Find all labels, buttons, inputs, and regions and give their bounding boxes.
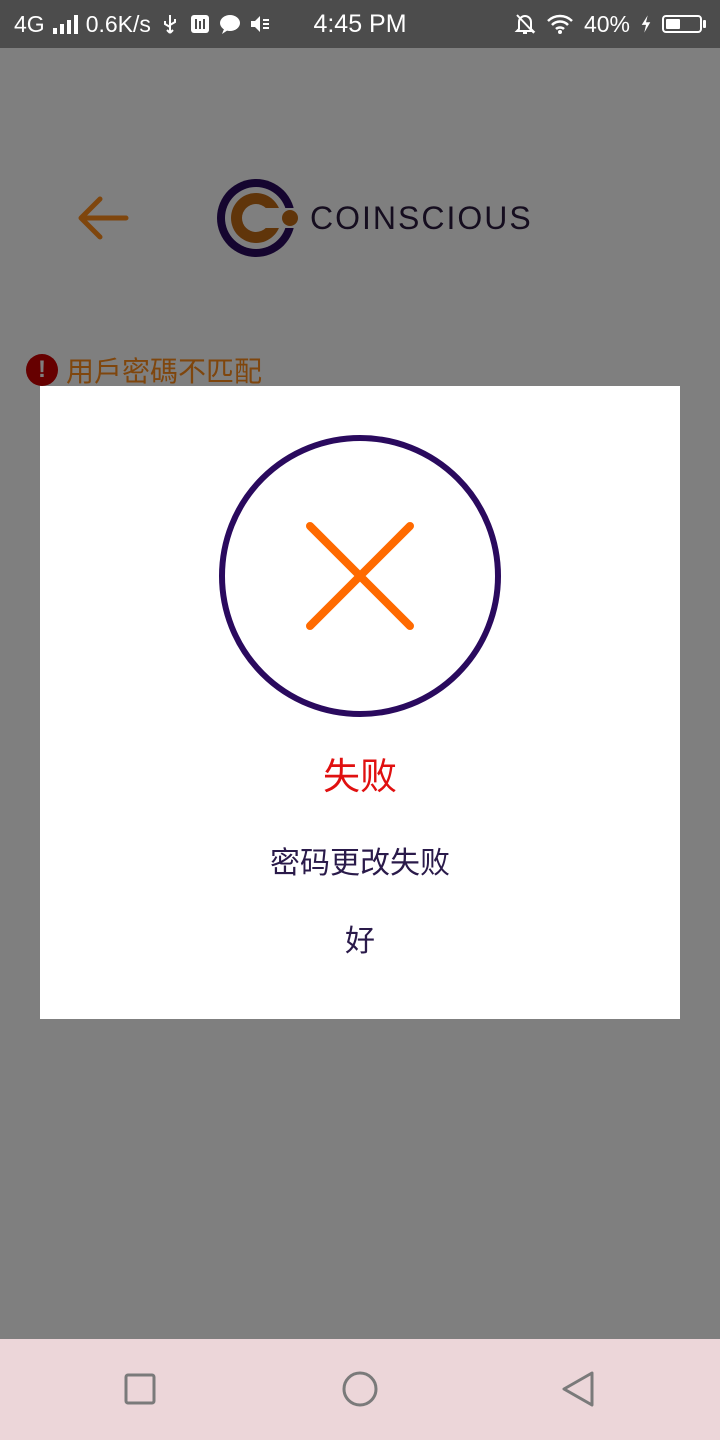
network-type: 4G [14, 10, 45, 37]
status-bar: 4G 0.6K/s 4:45 PM 40% [0, 0, 720, 48]
speaker-mute-icon [250, 16, 269, 32]
square-icon [124, 1373, 156, 1405]
recent-apps-button[interactable] [120, 1369, 160, 1409]
battery-percent: 40% [583, 10, 630, 37]
network-speed: 0.6K/s [85, 10, 151, 37]
charging-icon [641, 15, 651, 33]
wifi-icon [547, 14, 573, 34]
status-time: 4:45 PM [313, 9, 407, 38]
status-right: 40% [416, 11, 706, 38]
failure-dialog: 失败 密码更改失败 好 [40, 386, 680, 1019]
triangle-back-icon [562, 1371, 594, 1407]
usb-icon [163, 15, 176, 34]
system-nav-bar [0, 1339, 720, 1440]
back-button[interactable] [558, 1369, 598, 1409]
home-button[interactable] [340, 1369, 380, 1409]
bell-off-icon [514, 14, 536, 34]
dialog-message: 密码更改失败 [270, 846, 450, 881]
circle-icon [342, 1371, 378, 1407]
signal-icon [52, 14, 78, 34]
status-left: 4G 0.6K/s [14, 11, 304, 38]
dialog-title: 失败 [323, 755, 397, 798]
usb-debug-icon [190, 15, 209, 33]
ok-button[interactable]: 好 [310, 908, 410, 968]
failure-x-icon [219, 435, 501, 717]
battery-icon [662, 15, 706, 33]
message-icon [219, 15, 240, 34]
